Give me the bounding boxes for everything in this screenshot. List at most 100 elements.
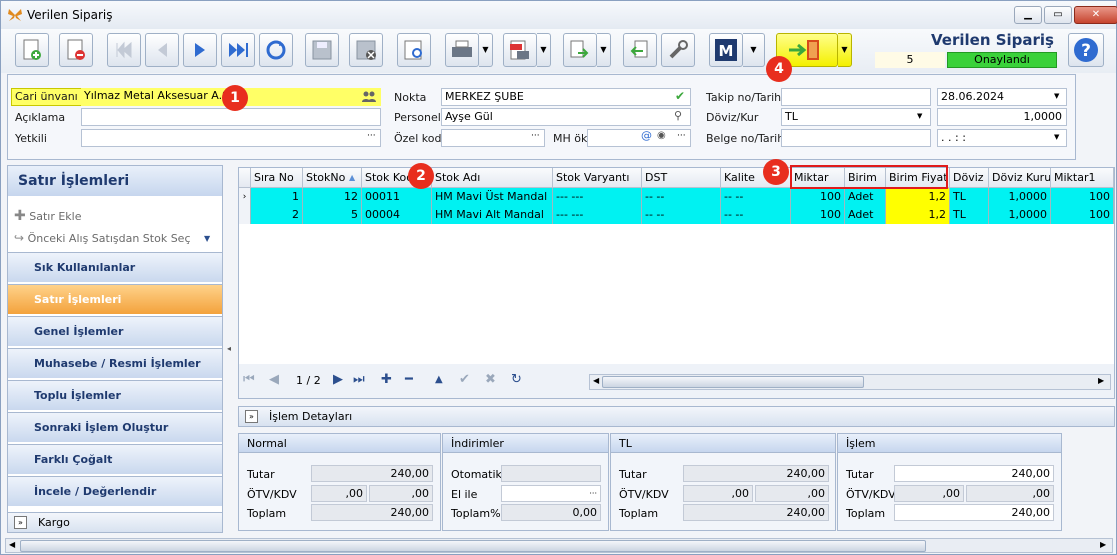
print-button[interactable] [445,33,479,67]
takip-date-dropdown-icon[interactable]: ▼ [1054,92,1059,100]
belge-date-dropdown-icon[interactable]: ▼ [1054,133,1059,141]
save-button[interactable] [305,33,339,67]
people-icon[interactable] [362,91,376,103]
m-module-dropdown[interactable]: ▼ [743,33,765,67]
window-title: Verilen Sipariş [27,8,113,22]
nav-last-icon[interactable]: ⏭ [353,372,365,387]
refresh-button[interactable] [259,33,293,67]
tl-toplam-value: 240,00 [683,504,829,521]
belge-no-input[interactable] [781,129,931,147]
sidebar-item-general[interactable]: Genel İşlemler [8,316,222,346]
table-row[interactable]: 2 5 00004 HM Mavi Alt Mandal --- --- -- … [239,206,1114,224]
ozelkod-ellipsis-icon[interactable]: ··· [531,131,540,141]
main-horizontal-scrollbar[interactable]: ◀ ▶ [5,538,1113,553]
sidebar-item-row-operations[interactable]: Satır İşlemleri [8,284,222,314]
pdf-dropdown[interactable]: ▼ [537,33,551,67]
main-scroll-left-icon[interactable]: ◀ [9,540,15,549]
sidebar-item-accounting[interactable]: Muhasebe / Resmi İşlemler [8,348,222,378]
main-scroll-thumb[interactable] [20,540,926,552]
elile-input[interactable]: ··· [501,485,601,502]
nav-cancel-icon[interactable]: ✖ [485,372,496,387]
table-row[interactable]: › 1 12 00011 HM Mavi Üst Mandal --- --- … [239,188,1114,206]
personel-input[interactable]: Ayşe Gül [441,108,691,126]
delete-document-button[interactable] [59,33,93,67]
details-header[interactable]: » İşlem Detayları [238,406,1115,427]
yetkili-input[interactable] [81,129,381,147]
belge-date-input[interactable]: . . : : [937,129,1067,147]
scroll-right-icon[interactable]: ▶ [1098,376,1104,385]
cell-stokno: 12 [303,188,362,206]
col-header-doviz[interactable]: Döviz [950,168,989,188]
sidebar-item-favorites[interactable]: Sık Kullanılanlar [8,252,222,282]
kur-input[interactable]: 1,0000 [937,108,1067,126]
previous-stock-action[interactable]: ↪ Önceki Alış Satışdan Stok Seç [14,231,191,245]
aciklama-input[interactable] [81,108,381,126]
grid-horizontal-scrollbar[interactable]: ◀ ▶ [589,374,1111,390]
actions-dropdown-icon[interactable]: ▼ [204,234,210,243]
nav-refresh-icon[interactable]: ↻ [511,372,522,387]
import-button[interactable] [623,33,657,67]
doviz-select[interactable]: TL [781,108,931,126]
nokta-label: Nokta [394,91,427,104]
mhok-input[interactable] [587,129,691,147]
close-button[interactable]: ✕ [1074,6,1117,24]
mhok-ellipsis-icon[interactable]: ··· [677,131,686,141]
nokta-input[interactable]: MERKEZ ŞUBE [441,88,691,106]
collapse-icon[interactable]: » [245,410,258,423]
status-badge: Onaylandı [947,52,1057,68]
yetkili-ellipsis-icon[interactable]: ··· [367,131,376,141]
export-button[interactable] [563,33,597,67]
at-icon[interactable]: @ [641,129,652,142]
pdf-button[interactable] [503,33,537,67]
cell-birim: Adet [845,206,886,224]
col-header-dst[interactable]: DST [642,168,721,188]
person-filter-icon[interactable]: ⚲ [674,109,682,122]
normal-toplam-value: 240,00 [311,504,433,521]
col-header-dovizkuru[interactable]: Döviz Kuru [989,168,1051,188]
export-dropdown[interactable]: ▼ [597,33,611,67]
col-header-varyant[interactable]: Stok Varyantı [553,168,642,188]
expand-icon[interactable]: » [14,516,27,529]
print-dropdown[interactable]: ▼ [479,33,493,67]
kargo-section[interactable]: » Kargo [8,512,222,532]
takip-date-input[interactable]: 28.06.2024 [937,88,1067,106]
takip-no-input[interactable] [781,88,931,106]
toplamyuzde-value: 0,00 [501,504,601,521]
exit-dropdown[interactable]: ▼ [838,33,852,67]
new-document-button[interactable] [15,33,49,67]
nav-next-icon[interactable]: ▶ [333,372,343,387]
splitter-handle[interactable]: ◂ [227,344,231,353]
sidebar-item-bulk[interactable]: Toplu İşlemler [8,380,222,410]
doviz-dropdown-icon[interactable]: ▼ [917,112,922,120]
m-module-button[interactable]: M [709,33,743,67]
col-header-stokno[interactable]: StokNo ▲ [303,168,362,188]
maximize-button[interactable]: ▭ [1044,6,1072,24]
ozelkod-input[interactable] [441,129,545,147]
nav-first-icon[interactable]: ⏮ [243,372,255,387]
next-record-button[interactable] [183,33,217,67]
preview-button[interactable] [397,33,431,67]
view-icon[interactable]: ◉ [657,130,666,141]
scroll-thumb[interactable] [602,376,864,388]
cancel-save-button[interactable] [349,33,383,67]
help-button[interactable]: ? [1068,33,1104,67]
first-record-button[interactable] [107,33,141,67]
nav-add-icon[interactable]: ✚ [381,372,392,387]
sidebar-item-duplicate[interactable]: Farklı Çoğalt [8,444,222,474]
nav-up-icon[interactable]: ▲ [435,374,443,385]
col-header-miktar1[interactable]: Miktar1 [1051,168,1114,188]
last-record-button[interactable] [221,33,255,67]
nav-prev-icon[interactable]: ◀ [269,372,279,387]
add-row-action[interactable]: ✚ Satır Ekle [14,208,82,224]
scroll-left-icon[interactable]: ◀ [593,376,599,385]
main-scroll-right-icon[interactable]: ▶ [1100,540,1106,549]
nav-remove-icon[interactable]: ━ [405,372,413,387]
tools-button[interactable] [661,33,695,67]
col-header-stokadi[interactable]: Stok Adı [432,168,553,188]
col-header-sira[interactable]: Sıra No [251,168,303,188]
sidebar-item-next-operation[interactable]: Sonraki İşlem Oluştur [8,412,222,442]
sidebar-item-review[interactable]: İncele / Değerlendir [8,476,222,506]
minimize-button[interactable]: ▁ [1014,6,1042,24]
nav-confirm-icon[interactable]: ✔ [459,372,470,387]
previous-record-button[interactable] [145,33,179,67]
